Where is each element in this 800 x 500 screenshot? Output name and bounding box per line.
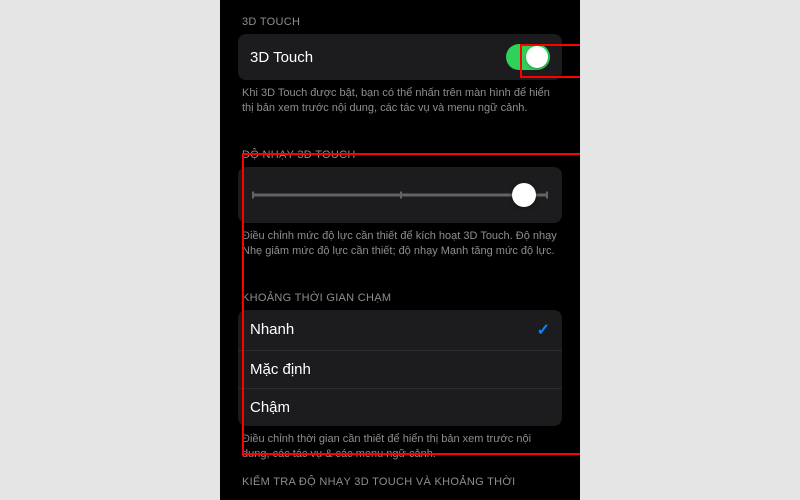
slider-thumb[interactable]: [512, 183, 536, 207]
checkmark-icon: ✓: [537, 320, 550, 340]
sensitivity-slider[interactable]: [238, 167, 562, 223]
section-header-3d-touch: 3D TOUCH: [238, 16, 562, 28]
toggle-knob: [526, 46, 548, 68]
list-item-cham[interactable]: Chậm: [238, 389, 562, 426]
section-3d-touch: 3D TOUCH 3D Touch Khi 3D Touch được bật,…: [238, 16, 562, 117]
section-header-sensitivity: ĐỘ NHẠY 3D TOUCH: [238, 149, 562, 161]
list-item-macdinh[interactable]: Mặc định: [238, 351, 562, 389]
description-3d-touch: Khi 3D Touch được bật, bạn có thể nhấn t…: [238, 80, 562, 117]
list-item-label: Chậm: [250, 399, 290, 416]
list-item-nhanh[interactable]: Nhanh ✓: [238, 310, 562, 351]
touch-duration-list: Nhanh ✓ Mặc định Chậm: [238, 310, 562, 426]
slider-tick: [252, 191, 254, 198]
slider-tick: [400, 191, 402, 198]
section-header-touch-duration: KHOẢNG THỜI GIAN CHẠM: [238, 292, 562, 304]
row-3d-touch: 3D Touch: [238, 34, 562, 80]
section-sensitivity: ĐỘ NHẠY 3D TOUCH Điều chỉnh mức độ lực c…: [238, 149, 562, 260]
list-item-label: Nhanh: [250, 321, 294, 338]
section-touch-duration: KHOẢNG THỜI GIAN CHẠM Nhanh ✓ Mặc định C…: [238, 292, 562, 463]
toggle-3d-touch[interactable]: [506, 44, 550, 70]
section-header-test: KIỂM TRA ĐỘ NHẠY 3D TOUCH VÀ KHOẢNG THỜI: [238, 476, 562, 488]
slider-tick: [546, 191, 548, 198]
description-touch-duration: Điều chỉnh thời gian cần thiết để hiển t…: [238, 426, 562, 463]
settings-screen: 3D TOUCH 3D Touch Khi 3D Touch được bật,…: [220, 0, 580, 500]
label-3d-touch: 3D Touch: [250, 49, 313, 66]
list-item-label: Mặc định: [250, 361, 311, 378]
description-sensitivity: Điều chỉnh mức độ lực cần thiết để kích …: [238, 223, 562, 260]
